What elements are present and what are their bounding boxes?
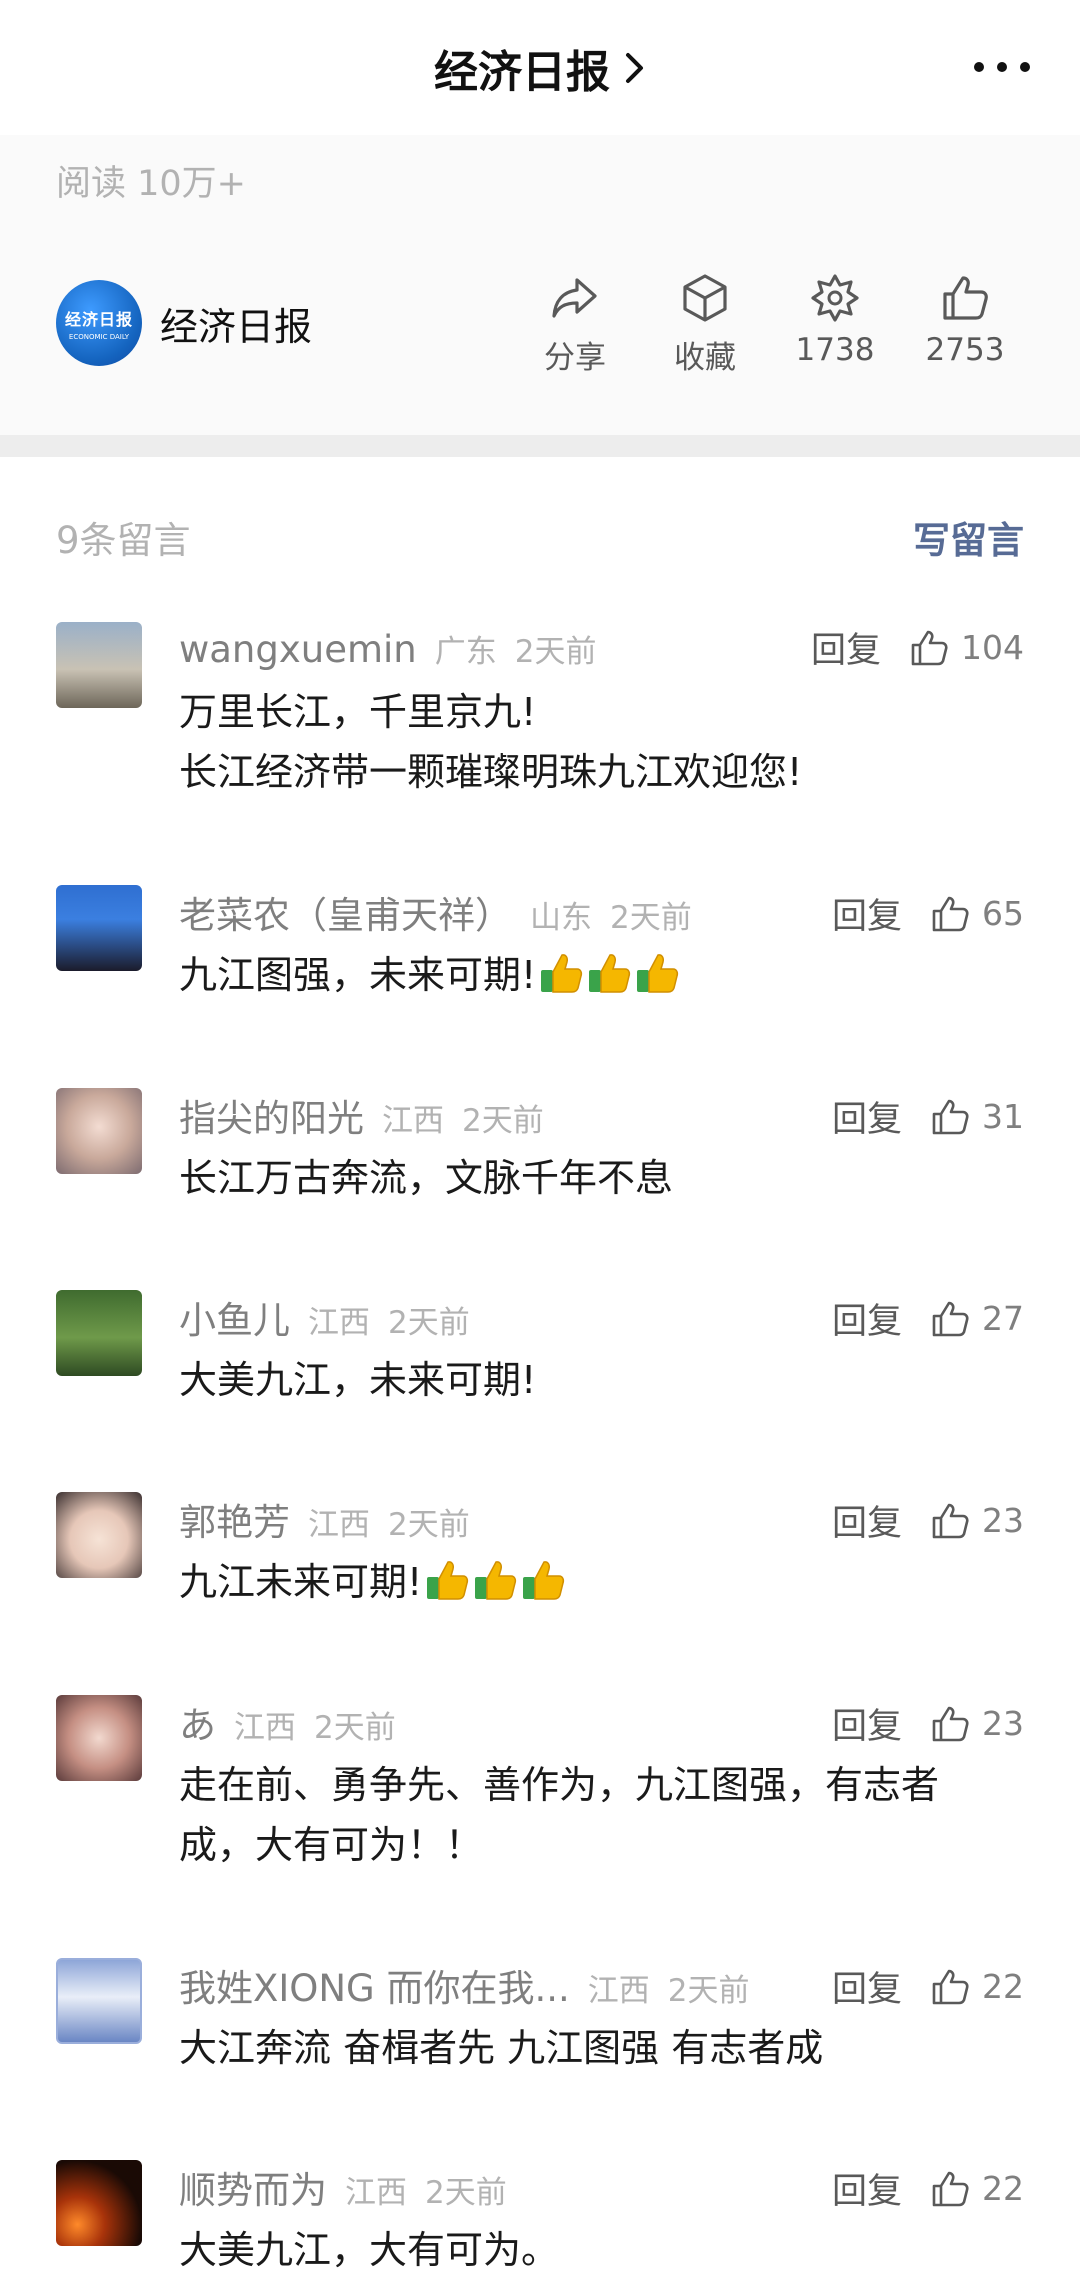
like-count: 27	[982, 1299, 1024, 1338]
commenter-name: 小鱼儿	[179, 1299, 290, 1342]
like-count: 22	[982, 1967, 1024, 2006]
account-logo[interactable]: 经济日报 ECONOMIC DAILY	[56, 280, 142, 366]
commenter-region: 江西	[308, 1305, 370, 1341]
top-bar: 经济日报	[0, 0, 1080, 135]
account-info[interactable]: 经济日报 ECONOMIC DAILY 经济日报	[56, 280, 312, 366]
commenter-name: 老菜农（皇甫天祥）	[179, 894, 512, 937]
comment-count: 9条留言	[56, 519, 191, 562]
thumbs-up-icon[interactable]	[907, 626, 951, 670]
comment-text: 走在前、勇争先、善作为，九江图强，有志者 成，大有可为！！	[179, 1763, 940, 1867]
comment-time: 2天前	[388, 1305, 470, 1341]
comment-time: 2天前	[388, 1507, 470, 1543]
like-count: 65	[982, 894, 1024, 933]
avatar[interactable]	[56, 1492, 142, 1578]
like-button[interactable]: 2753	[900, 270, 1030, 377]
more-options-icon[interactable]	[974, 52, 1030, 82]
article-actions: 分享 收藏 1738 2753	[510, 270, 1030, 377]
commenter-region: 山东	[530, 900, 592, 936]
thumbs-up-icon[interactable]	[928, 1499, 972, 1543]
commenter-name: 指尖的阳光	[179, 1097, 364, 1140]
comment-text: 大美九江，大有可为。	[179, 2228, 560, 2272]
avatar[interactable]	[56, 1695, 142, 1781]
page-title: 经济日报	[434, 46, 610, 98]
reply-button[interactable]: 回复	[832, 1495, 902, 1546]
commenter-name: 我姓XIONG 而你在我...	[179, 1967, 570, 2010]
like-count: 23	[982, 1501, 1024, 1540]
comment-text: 九江未来可期!	[179, 1552, 1024, 1612]
comment-time: 2天前	[462, 1103, 544, 1139]
commenter-name: 郭艳芳	[179, 1501, 290, 1544]
comment-text: 九江图强，未来可期!	[179, 945, 1024, 1005]
comment-time: 2天前	[610, 900, 692, 936]
thumbs-up-icon[interactable]	[928, 2167, 972, 2211]
thumbs-up-emoji-icon	[523, 1561, 565, 1600]
account-title-link[interactable]: 经济日报	[434, 36, 646, 100]
avatar[interactable]	[56, 622, 142, 708]
commenter-region: 江西	[345, 2175, 407, 2211]
thumbs-up-icon[interactable]	[928, 1965, 972, 2009]
commenter-region: 广东	[434, 634, 497, 670]
commenter-region: 江西	[234, 1710, 296, 1746]
comment-time: 2天前	[425, 2175, 507, 2211]
reply-button[interactable]: 回复	[832, 2163, 902, 2214]
reply-button[interactable]: 回复	[811, 622, 881, 673]
commenter-name: wangxuemin	[179, 628, 417, 671]
section-divider	[0, 435, 1080, 457]
like-icon	[943, 276, 988, 320]
reply-button[interactable]: 回复	[832, 888, 902, 939]
reply-button[interactable]: 回复	[832, 1091, 902, 1142]
thumbs-up-icon[interactable]	[928, 892, 972, 936]
reply-button[interactable]: 回复	[832, 1961, 902, 2012]
thumbs-up-emoji-icon	[541, 954, 583, 993]
thumbs-up-emoji-icon	[589, 954, 631, 993]
read-count: 阅读 10万+	[56, 164, 246, 204]
article-meta: 阅读 10万+ 经济日报 ECONOMIC DAILY 经济日报 分享 收藏 1…	[0, 135, 1080, 435]
share-icon	[552, 278, 597, 318]
like-count: 23	[982, 1704, 1024, 1743]
comment-text: 万里长江，千里京九! 长江经济带一颗璀璨明珠九江欢迎您!	[179, 690, 803, 794]
avatar[interactable]	[56, 2160, 142, 2246]
thumbs-up-emoji-icon	[637, 954, 679, 993]
thumbs-up-icon[interactable]	[928, 1702, 972, 1746]
avatar[interactable]	[56, 1088, 142, 1174]
thumbs-up-icon[interactable]	[928, 1297, 972, 1341]
comment-time: 2天前	[667, 1973, 750, 2009]
like-count: 22	[982, 2169, 1024, 2208]
commenter-region: 江西	[587, 1973, 650, 2009]
favorite-box-icon	[683, 274, 727, 322]
comment-time: 2天前	[314, 1710, 396, 1746]
comment-text: 大江奔流 奋楫者先 九江图强 有志者成	[179, 2026, 824, 2070]
reply-button[interactable]: 回复	[832, 1293, 902, 1344]
chevron-right-icon	[626, 52, 643, 83]
comment-text: 大美九江，未来可期!	[179, 1358, 537, 1402]
comment-time: 2天前	[514, 634, 597, 670]
comments-header: 9条留言 写留言	[56, 510, 1024, 564]
commenter-name: あ	[179, 1704, 216, 1747]
write-comment-button[interactable]: 写留言	[913, 510, 1024, 564]
avatar[interactable]	[56, 1958, 142, 2044]
favorite-button[interactable]: 收藏	[640, 270, 770, 377]
thumbs-up-icon[interactable]	[928, 1095, 972, 1139]
avatar[interactable]	[56, 1290, 142, 1376]
thumbs-up-emoji-icon	[475, 1561, 517, 1600]
thumbs-up-emoji-icon	[427, 1561, 469, 1600]
like-count: 31	[982, 1097, 1024, 1136]
commenter-region: 江西	[308, 1507, 370, 1543]
wow-button[interactable]: 1738	[770, 270, 900, 377]
avatar[interactable]	[56, 885, 142, 971]
comment-text: 长江万古奔流，文脉千年不息	[179, 1156, 674, 1200]
account-name[interactable]: 经济日报	[160, 296, 312, 351]
commenter-name: 顺势而为	[179, 2169, 327, 2212]
like-count: 104	[961, 628, 1024, 667]
wow-icon	[811, 274, 859, 322]
commenter-region: 江西	[382, 1103, 444, 1139]
reply-button[interactable]: 回复	[832, 1698, 902, 1749]
share-button[interactable]: 分享	[510, 270, 640, 377]
